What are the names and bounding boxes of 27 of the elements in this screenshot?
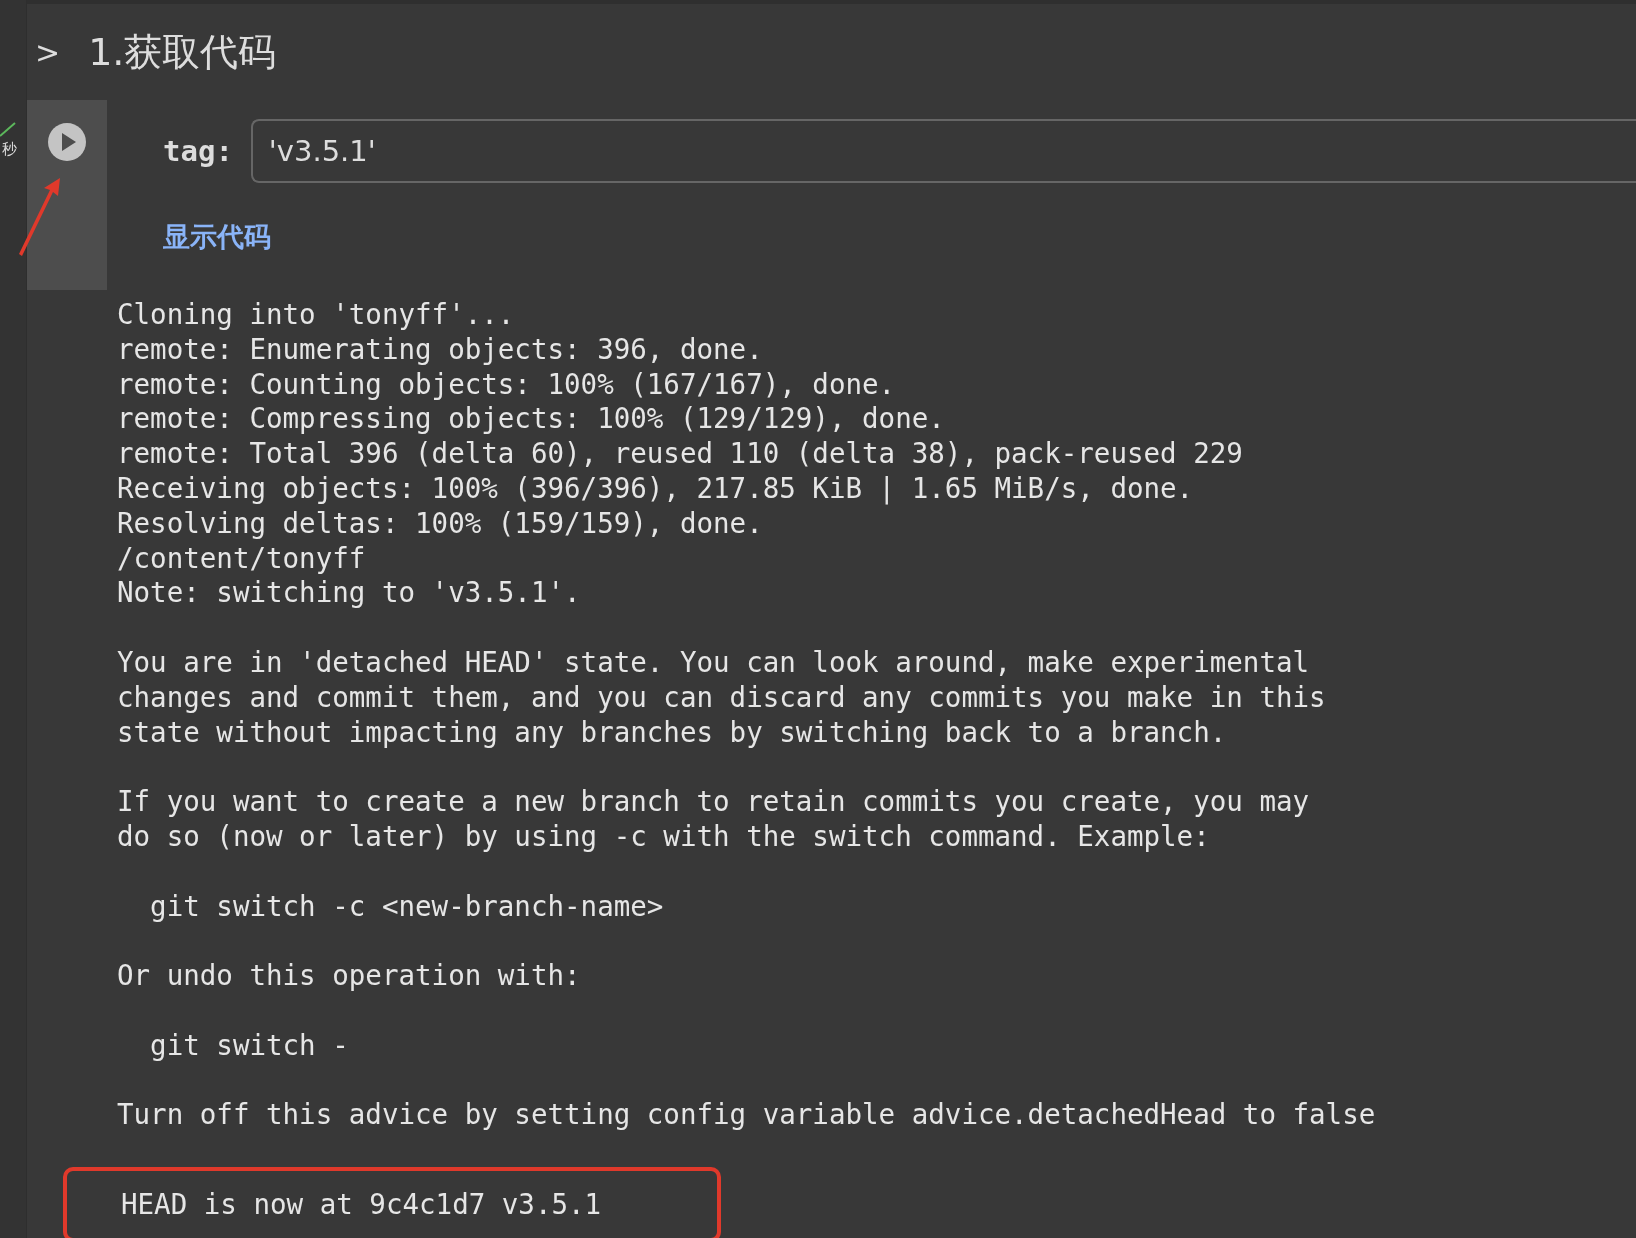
section-title: 1.获取代码 <box>88 28 277 76</box>
output-line: Note: switching to 'v3.5.1'. <box>117 575 582 611</box>
output-line: You are in 'detached HEAD' state. You can look around, make experimental <box>117 644 1311 680</box>
output-line: Cloning into 'tonyff'... <box>117 297 516 332</box>
output-line: remote: Total 396 (delta 60), reused 110 (delta 38), pack-reused 229 <box>117 436 1244 471</box>
output-line: If you want to create a new branch to retain commits you create, you may <box>117 784 1311 819</box>
output-line: Turn off this advice by setting config variable advice.detachedHead to false <box>117 1097 1377 1133</box>
output-line: git switch -c <new-branch-name> <box>149 888 665 924</box>
field-label: tag: <box>163 134 233 168</box>
output-line: changes and commit them, and you can discard any commits you make in this <box>117 679 1327 715</box>
output-line: git switch - <box>149 1027 350 1063</box>
output-line: Resolving deltas: 100% (159/159), done. <box>117 505 764 541</box>
execution-time: 秒 <box>2 140 17 159</box>
output-line: remote: Compressing objects: 100% (129/129), done. <box>117 401 946 437</box>
tag-input-field[interactable]: 'v3.5.1' <box>250 119 1636 183</box>
output-line: state without impacting any branches by switching back to a branch. <box>117 714 1228 750</box>
output-line: /content/tonyff <box>117 540 367 576</box>
expand-toggle[interactable]: > <box>35 34 61 70</box>
output-line: remote: Enumerating objects: 396, done. <box>117 331 764 367</box>
play-icon[interactable] <box>47 122 87 162</box>
output-line: do so (now or later) by using -c with the switch command. Example: <box>117 818 1211 854</box>
output-line: HEAD is now at 9c4c1d7 v3.5.1 <box>121 1187 602 1220</box>
output-line: Receiving objects: 100% (396/396), 217.85 KiB | 1.65 MiB/s, done. <box>117 471 1195 506</box>
show-code-link[interactable]: 显示代码 <box>163 219 271 255</box>
output-line: remote: Counting objects: 100% (167/167), done. <box>117 366 897 402</box>
output-line: Or undo this operation with: <box>117 958 582 993</box>
check-icon <box>0 122 16 138</box>
